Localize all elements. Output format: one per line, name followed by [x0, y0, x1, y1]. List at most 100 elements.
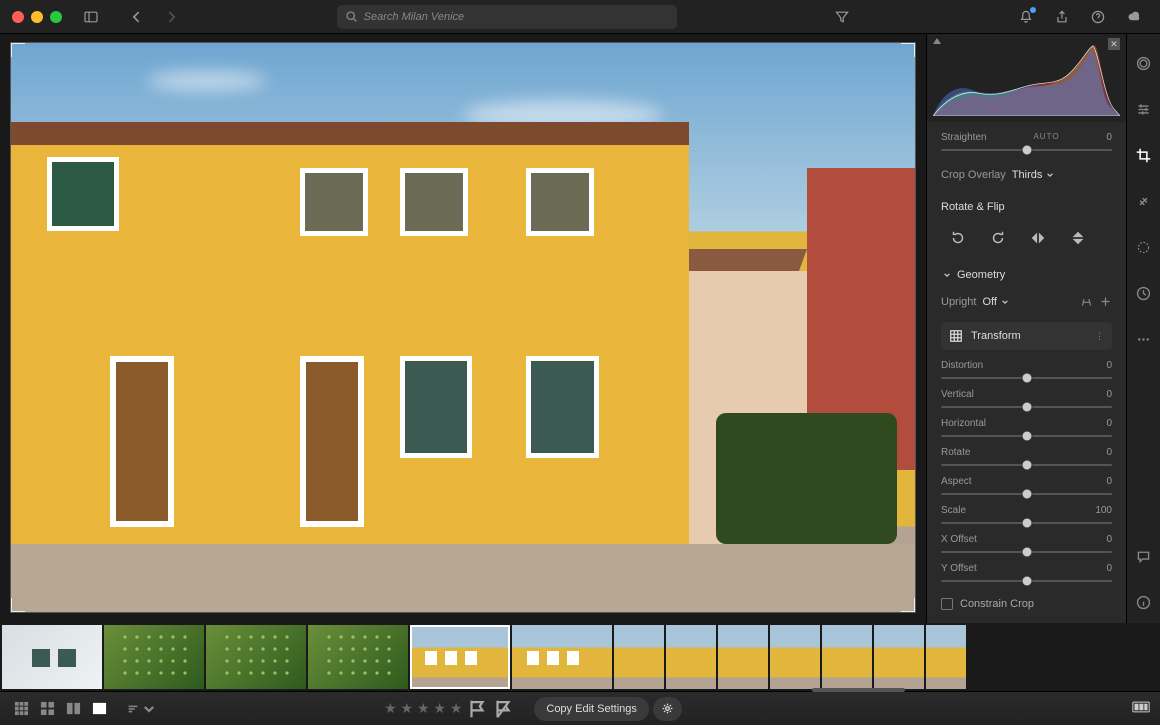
flip-vertical-button[interactable]	[1067, 227, 1089, 249]
detail-view-button[interactable]	[88, 700, 110, 718]
back-button[interactable]	[126, 6, 148, 28]
titlebar: Search Milan Venice	[0, 0, 1160, 34]
vertical-label: Vertical	[941, 389, 974, 400]
aspect-label: Aspect	[941, 476, 972, 487]
upright-label: Upright	[941, 296, 976, 308]
filmstrip-thumb[interactable]	[666, 625, 716, 689]
filmstrip-thumb[interactable]	[308, 625, 408, 689]
filmstrip-thumb[interactable]	[926, 625, 966, 689]
histogram[interactable]: ✕	[927, 34, 1126, 122]
horizontal-value: 0	[1106, 418, 1112, 429]
image-canvas-area	[0, 34, 926, 623]
guided-upright-icon[interactable]	[1080, 295, 1093, 308]
compare-view-button[interactable]	[62, 700, 84, 718]
horizontal-slider[interactable]	[941, 435, 1112, 437]
bottom-toolbar: ★ ★ ★ ★ ★ Copy Edit Settings	[0, 691, 1160, 725]
crop-frame[interactable]	[10, 42, 916, 613]
distortion-slider[interactable]	[941, 377, 1112, 379]
forward-button[interactable]	[160, 6, 182, 28]
filmstrip-thumb[interactable]	[206, 625, 306, 689]
geometry-header[interactable]: Geometry	[941, 269, 1112, 281]
crop-overlay-value[interactable]: Thirds	[1012, 169, 1043, 181]
grid-small-view-button[interactable]	[10, 700, 32, 718]
filmstrip-thumb[interactable]	[614, 625, 664, 689]
sort-button[interactable]	[126, 702, 156, 716]
chevron-down-icon[interactable]	[1001, 298, 1009, 306]
sidebar-toggle-icon[interactable]	[80, 6, 102, 28]
notifications-icon[interactable]	[1015, 6, 1037, 28]
gear-icon	[661, 702, 674, 715]
checkbox-icon	[941, 598, 953, 610]
flip-horizontal-button[interactable]	[1027, 227, 1049, 249]
rotate-cw-button[interactable]	[987, 227, 1009, 249]
flag-reject-button[interactable]	[492, 698, 514, 720]
histogram-clip-toggle-left[interactable]	[933, 38, 941, 44]
filmstrip[interactable]	[0, 623, 1160, 691]
xoffset-value: 0	[1106, 534, 1112, 545]
edit-tool-icon[interactable]	[1133, 52, 1155, 74]
filmstrip-thumb[interactable]	[718, 625, 768, 689]
transform-section-header[interactable]: Transform ⋮	[941, 322, 1112, 350]
crop-tool-icon[interactable]	[1133, 144, 1155, 166]
filmstrip-thumb[interactable]	[822, 625, 872, 689]
crop-handle-tr[interactable]	[895, 42, 916, 63]
upright-value[interactable]: Off	[982, 296, 996, 308]
search-placeholder: Search Milan Venice	[364, 11, 464, 23]
vertical-value: 0	[1106, 389, 1112, 400]
comments-icon[interactable]	[1133, 545, 1155, 567]
crop-handle-br[interactable]	[895, 592, 916, 613]
histogram-clip-toggle-right[interactable]: ✕	[1108, 38, 1120, 50]
filmstrip-toggle-icon[interactable]	[1132, 701, 1150, 716]
share-icon[interactable]	[1051, 6, 1073, 28]
filmstrip-thumb-selected[interactable]	[410, 625, 510, 689]
filmstrip-thumb[interactable]	[104, 625, 204, 689]
search-input[interactable]: Search Milan Venice	[337, 5, 677, 29]
crop-handle-bl[interactable]	[10, 592, 31, 613]
straighten-auto-button[interactable]: AUTO	[1033, 132, 1059, 143]
vertical-slider[interactable]	[941, 406, 1112, 408]
transform-icon	[949, 329, 963, 343]
scale-slider[interactable]	[941, 522, 1112, 524]
help-icon[interactable]	[1087, 6, 1109, 28]
rotate-ccw-button[interactable]	[947, 227, 969, 249]
info-panel-icon[interactable]	[1133, 591, 1155, 613]
rating-stars[interactable]: ★ ★ ★ ★ ★	[384, 700, 462, 717]
rotate-value: 0	[1106, 447, 1112, 458]
constrain-crop-checkbox[interactable]: Constrain Crop	[941, 598, 1112, 610]
straighten-slider[interactable]	[941, 149, 1112, 151]
close-window-button[interactable]	[12, 11, 24, 23]
cloud-sync-icon[interactable]	[1123, 6, 1145, 28]
chevron-down-icon	[142, 702, 156, 716]
distortion-value: 0	[1106, 360, 1112, 371]
healing-tool-icon[interactable]	[1133, 190, 1155, 212]
more-tools-icon[interactable]	[1133, 328, 1155, 350]
sliders-tool-icon[interactable]	[1133, 98, 1155, 120]
flag-pick-button[interactable]	[466, 698, 488, 720]
chevron-down-icon	[943, 271, 951, 279]
filmstrip-scrollbar[interactable]	[812, 688, 905, 692]
minimize-window-button[interactable]	[31, 11, 43, 23]
grid-view-button[interactable]	[36, 700, 58, 718]
chevron-down-icon[interactable]	[1046, 171, 1054, 179]
filmstrip-thumb[interactable]	[874, 625, 924, 689]
filmstrip-thumb[interactable]	[2, 625, 102, 689]
aspect-slider[interactable]	[941, 493, 1112, 495]
yoffset-label: Y Offset	[941, 563, 977, 574]
filmstrip-thumb[interactable]	[512, 625, 612, 689]
yoffset-slider[interactable]	[941, 580, 1112, 582]
maximize-window-button[interactable]	[50, 11, 62, 23]
rotate-slider[interactable]	[941, 464, 1112, 466]
filter-funnel-icon[interactable]	[831, 6, 853, 28]
transform-menu-icon[interactable]: ⋮	[1095, 331, 1104, 342]
copy-edit-settings-button[interactable]: Copy Edit Settings	[534, 697, 649, 721]
upright-add-icon[interactable]	[1099, 295, 1112, 308]
xoffset-slider[interactable]	[941, 551, 1112, 553]
yoffset-value: 0	[1106, 563, 1112, 574]
edit-settings-menu-button[interactable]	[653, 697, 682, 721]
rotate-flip-header: Rotate & Flip	[941, 201, 1112, 213]
constrain-crop-label: Constrain Crop	[960, 598, 1034, 610]
versions-icon[interactable]	[1133, 282, 1155, 304]
crop-handle-tl[interactable]	[10, 42, 31, 63]
mask-tool-icon[interactable]	[1133, 236, 1155, 258]
filmstrip-thumb[interactable]	[770, 625, 820, 689]
